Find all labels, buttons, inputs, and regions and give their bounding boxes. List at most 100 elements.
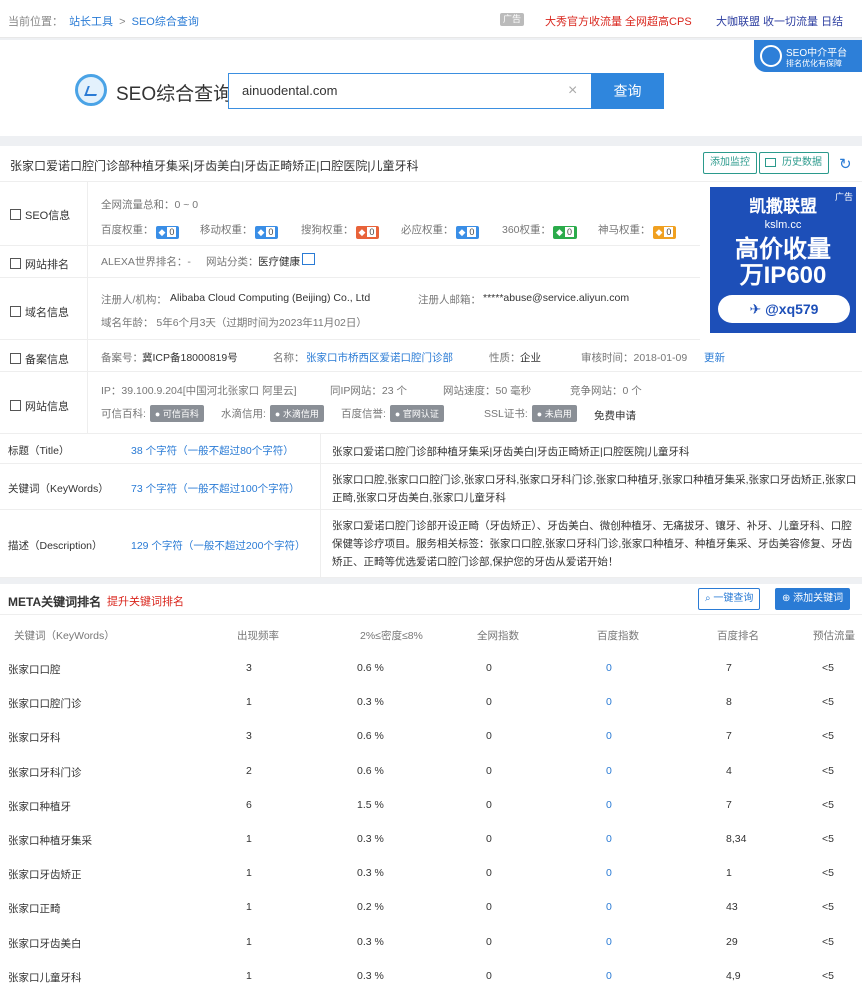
edit-icon[interactable] xyxy=(302,253,315,265)
update-link[interactable]: 更新 xyxy=(704,350,725,365)
site-title-row: 张家口爱诺口腔门诊部种植牙集采|牙齿美白|牙齿正畸矫正|口腔医院|儿童牙科 添加… xyxy=(0,146,862,182)
kw-cell: 43 xyxy=(726,901,738,914)
kw-cell: 4 xyxy=(726,764,732,777)
ad-banner[interactable]: 广告 凯撒联盟 kslm.cc 高价收量 万IP600 ✈ @xq579 xyxy=(710,187,856,333)
query-button[interactable]: 查询 xyxy=(591,73,664,109)
kw-cell[interactable]: 0 xyxy=(606,970,612,982)
history-data-button[interactable]: 历史数据 xyxy=(759,152,829,174)
history-label: 历史数据 xyxy=(782,157,822,168)
seo-agency-badge[interactable]: SEO中介平台 排名优化有保障 xyxy=(754,40,862,72)
trust-item: 可信百科: ● 可信百科 xyxy=(101,405,204,422)
kw-header-cell: 2%≤密度≤8% xyxy=(360,630,423,642)
icp-no-label: 备案号： xyxy=(101,352,143,364)
meta-name: 关键词（KeyWords） xyxy=(8,483,109,495)
trust-label: SSL证书: xyxy=(484,408,528,420)
logo-title: SEO综合查询 xyxy=(116,84,233,105)
weight-badge[interactable]: ◆ 0 xyxy=(254,226,279,239)
weight-name: 必应权重： xyxy=(401,224,454,236)
meta-count: 129 个字符（一般不超过200个字符） xyxy=(131,540,306,552)
icp-no-value: 冀ICP备18000819号 xyxy=(142,352,238,364)
kw-cell: 8 xyxy=(726,696,732,709)
trust-badge[interactable]: ● 水滴信用 xyxy=(269,405,324,422)
ad-banner-line4: 万IP600 xyxy=(739,262,827,289)
ad-link-2[interactable]: 大咖联盟 收一切流量 日结 xyxy=(716,13,843,29)
kw-cell: 8,34 xyxy=(726,833,747,845)
plus-icon: ⊕ xyxy=(782,593,794,604)
kw-cell: <5 xyxy=(822,798,834,811)
domain-age: 域名年龄： 5年6个月3天（过期时间为2023年11月02日） xyxy=(101,317,367,329)
kw-cell[interactable]: 0 xyxy=(606,765,612,777)
trust-badge[interactable]: ● 未启用 xyxy=(531,405,577,422)
weight-badge[interactable]: ◆ 0 xyxy=(455,226,480,239)
ranking-row: 网站排名 ALEXA世界排名：- 网站分类： 医疗健康 xyxy=(0,246,700,278)
clear-icon[interactable]: × xyxy=(568,82,577,100)
breadcrumb-webmaster-tools[interactable]: 站长工具 xyxy=(69,16,113,28)
kw-cell: 1 xyxy=(246,935,252,948)
weight-badge[interactable]: ◆ 0 xyxy=(155,226,180,239)
email-value: *****abuse@service.aliyun.com xyxy=(483,292,630,304)
weight-badge[interactable]: ◆ 0 xyxy=(553,226,577,239)
kw-cell: 0.6 % xyxy=(357,662,384,674)
kw-cell: 7 xyxy=(726,798,732,811)
meta-row: 描述（Description） 129 个字符（一般不超过200个字符） 张家口爱诺… xyxy=(0,510,862,578)
kw-cell[interactable]: 0 xyxy=(606,799,612,811)
kw-cell[interactable]: 0 xyxy=(606,936,612,948)
meta-kw-subtitle[interactable]: 提升关键词排名 xyxy=(107,593,184,609)
meta-name: 描述（Description） xyxy=(8,540,103,552)
kw-name: 张家口口腔 xyxy=(8,664,61,676)
kw-cell: 0 xyxy=(486,662,492,674)
kw-cell: 0.2 % xyxy=(357,901,384,914)
kw-name: 张家口儿童牙科 xyxy=(8,971,82,984)
kw-cell[interactable]: 0 xyxy=(606,696,612,708)
icp-name-link[interactable]: 张家口市桥西区爱诺口腔门诊部 xyxy=(306,350,453,365)
free-apply-link[interactable]: 免费申请 xyxy=(594,408,636,423)
kw-cell[interactable]: 0 xyxy=(606,901,612,913)
kw-cell: 1.5 % xyxy=(357,798,384,811)
domain-search-input[interactable]: ainuodental.com xyxy=(228,73,592,109)
weight-badge[interactable]: ◆ 0 xyxy=(355,226,380,239)
kw-cell: <5 xyxy=(822,833,834,845)
breadcrumb-seo-query[interactable]: SEO综合查询 xyxy=(132,16,199,28)
ad-link-1[interactable]: 大秀官方收流量 全网超高CPS xyxy=(545,13,692,29)
kw-cell: <5 xyxy=(822,662,834,674)
kw-name: 张家口牙齿矫正 xyxy=(8,869,82,882)
one-click-query-label: 一键查询 xyxy=(713,593,754,604)
kw-cell: 0 xyxy=(486,935,492,948)
kw-cell: 1 xyxy=(246,969,252,982)
kw-name: 张家口口腔门诊 xyxy=(8,698,82,711)
meta-kw-title: META关键词排名 xyxy=(8,595,102,609)
top-bar: 当前位置： 站长工具 > SEO综合查询 广告 大秀官方收流量 全网超高CPS … xyxy=(0,0,862,38)
ad-banner-contact: ✈ @xq579 xyxy=(718,295,850,323)
weight-item: 必应权重： ◆ 0 xyxy=(401,222,480,239)
kw-cell[interactable]: 0 xyxy=(606,833,612,845)
seo-info-row: SEO信息 全网流量总和：0 ~ 0 百度权重： ◆ 0 移动权重： ◆ 0 搜狗权重： ◆ 0… xyxy=(0,182,700,246)
one-click-query-button[interactable]: ⌕ 一键查询 xyxy=(698,588,761,610)
ad-banner-line3: 高价收量 xyxy=(735,236,831,263)
meta-keyword-panel: META关键词排名 提升关键词排名 ⌕ 一键查询 ⊕ 添加关键词 关键词（Key… xyxy=(0,584,862,1000)
icp-row: 备案信息 备案号： 冀ICP备18000819号 名称： 张家口市桥西区爱诺口腔… xyxy=(0,340,862,372)
kw-cell: <5 xyxy=(822,969,834,982)
add-monitor-button[interactable]: 添加监控 xyxy=(703,152,757,174)
kw-cell: 0.3 % xyxy=(357,935,384,948)
competitor-count: 竞争网站：0 个 xyxy=(570,385,642,397)
trust-badge[interactable]: ● 可信百科 xyxy=(149,405,204,422)
weight-badge[interactable]: ◆ 0 xyxy=(652,226,677,239)
kw-cell: 0.3 % xyxy=(357,867,384,880)
meta-row: 标题（Title） 38 个字符（一般不超过80个字符） 张家口爱诺口腔门诊部种植牙… xyxy=(0,434,862,464)
kw-cell[interactable]: 0 xyxy=(606,662,612,674)
nature-label: 性质： xyxy=(489,352,521,364)
kw-cell: <5 xyxy=(822,730,834,743)
add-keyword-button[interactable]: ⊕ 添加关键词 xyxy=(775,588,851,610)
ad-tag: 广告 xyxy=(500,13,525,26)
kw-cell[interactable]: 0 xyxy=(606,867,612,879)
kw-cell: 29 xyxy=(726,935,738,948)
refresh-icon[interactable]: ↻ xyxy=(839,155,852,173)
kw-cell: 1 xyxy=(246,867,252,880)
trust-badge[interactable]: ● 官网认证 xyxy=(389,405,444,422)
kw-cell: 3 xyxy=(246,730,252,743)
badge-line2: 排名优化有保障 xyxy=(786,59,842,68)
kw-cell[interactable]: 0 xyxy=(606,730,612,742)
domain-info-row: 域名信息 注册人/机构： Alibaba Cloud Computing (Be… xyxy=(0,278,700,340)
kw-cell: <5 xyxy=(822,867,834,880)
kw-cell: 0 xyxy=(486,730,492,743)
